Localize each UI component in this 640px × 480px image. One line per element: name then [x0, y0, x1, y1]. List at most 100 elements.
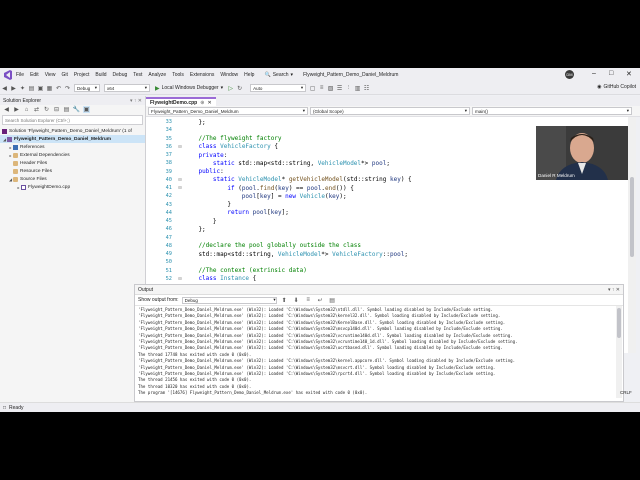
switch-views-icon[interactable]: ⇄ [33, 106, 40, 113]
menu-item[interactable]: Git [61, 72, 67, 78]
line-number: 44 [165, 209, 172, 216]
menu-item[interactable]: Tools [172, 72, 184, 78]
collapse-icon[interactable]: ⊟ [176, 185, 184, 191]
code-line[interactable]: 44 return pool[key]; [146, 209, 628, 217]
clear-all-icon[interactable]: ≡ [305, 297, 312, 304]
collapse-all-icon[interactable]: ⊟ [53, 106, 60, 113]
scrollbar-thumb[interactable] [617, 308, 621, 338]
tree-item-solution[interactable]: Solution 'Flyweight_Pattern_Demo_Daniel_… [0, 127, 145, 135]
collapse-icon[interactable]: ⊟ [176, 177, 184, 183]
forward-icon[interactable]: ▶ [10, 85, 17, 92]
menu-item[interactable]: Edit [30, 72, 39, 78]
tree-item-references[interactable]: ▸ References [0, 143, 145, 151]
code-line[interactable]: 49 std::map<std::string, VehicleModel*> … [146, 250, 628, 258]
project-dropdown[interactable]: Flyweight_Pattern_Demo_Daniel_Meldrum ▾ [148, 107, 308, 115]
word-wrap-icon[interactable]: ↵ [317, 297, 324, 304]
auto-dropdown[interactable]: Auto ▾ [250, 84, 307, 92]
code-line[interactable]: 51 //The context (extrinsic data) [146, 267, 628, 275]
toolbar-icon-3[interactable]: ▧ [327, 85, 334, 92]
output-text[interactable]: 'Flyweight_Pattern_Demo_Daniel_Meldrum.e… [138, 307, 608, 396]
maximize-button[interactable]: □ [609, 70, 613, 77]
menu-item[interactable]: Project [74, 72, 90, 78]
webcam-caption: Daniel R Meldrum [538, 173, 575, 178]
code-line[interactable]: 33 }; [146, 118, 628, 126]
tree-item-external-dependencies[interactable]: ▸ External Dependencies [0, 151, 145, 159]
next-message-icon[interactable]: ⬇ [293, 297, 300, 304]
search-box[interactable]: 🔍 Search ▾ [264, 72, 293, 78]
scrollbar-thumb[interactable] [630, 177, 634, 257]
tree-item-source-files[interactable]: ◢ Source Files [0, 175, 145, 183]
minimize-button[interactable]: – [592, 70, 596, 77]
toolbar-icon-2[interactable]: ≡ [318, 85, 325, 92]
show-all-files-icon[interactable]: ▤ [63, 106, 70, 113]
close-icon[interactable]: ✕ [207, 100, 211, 106]
line-number: 34 [165, 127, 172, 134]
configuration-dropdown[interactable]: Debug ▾ [74, 84, 100, 92]
home-icon[interactable]: ⌂ [23, 106, 30, 113]
menu-item[interactable]: Build [95, 72, 106, 78]
collapse-icon[interactable]: ⊟ [176, 144, 184, 150]
forward-icon[interactable]: ▶ [13, 106, 20, 113]
toolbar-icon-4[interactable]: ☰ [336, 85, 343, 92]
find-message-icon[interactable]: ⬆ [281, 297, 288, 304]
open-icon[interactable]: ▤ [28, 85, 35, 92]
code-line[interactable]: 46 }; [146, 225, 628, 233]
code-line[interactable]: 41 ⊟ if (pool.find(key) == pool.end()) { [146, 184, 628, 192]
code-line[interactable]: 43 } [146, 201, 628, 209]
account-avatar[interactable]: DM [565, 70, 574, 79]
code-line[interactable]: 50 [146, 258, 628, 266]
tree-item-flyweightdemo-cpp[interactable]: ▸ FlyweightDemo.cpp [0, 183, 145, 191]
code-line[interactable]: 47 [146, 234, 628, 242]
code-line[interactable]: 42 pool[key] = new Vehicle(key); [146, 192, 628, 200]
tab-flyweightdemo-cpp[interactable]: FlyweightDemo.cpp ⊕ ✕ [146, 97, 216, 106]
pin-icon[interactable]: ⊕ [200, 100, 204, 106]
menu-item[interactable]: Test [133, 72, 142, 78]
tree-item-resource-files[interactable]: Resource Files [0, 167, 145, 175]
menu-item[interactable]: View [45, 72, 56, 78]
back-icon[interactable]: ◀ [3, 106, 10, 113]
menu-item[interactable]: Extensions [190, 72, 214, 78]
code-text: pool[key] = new Vehicle(key); [241, 192, 347, 200]
sync-icon[interactable]: ↻ [43, 106, 50, 113]
menu-item[interactable]: File [16, 72, 24, 78]
code-line[interactable]: 48 //declare the pool globally outside t… [146, 242, 628, 250]
start-without-debugging-icon[interactable]: ▷ [227, 85, 234, 92]
toolbar-icon-1[interactable]: ▢ [309, 85, 316, 92]
menu-item[interactable]: Help [244, 72, 254, 78]
github-copilot-button[interactable]: ◉ GitHub Copilot [597, 84, 636, 90]
save-icon[interactable]: ▣ [37, 85, 44, 92]
menu-item[interactable]: Debug [113, 72, 128, 78]
toggle-icon[interactable]: ▤ [329, 297, 336, 304]
save-all-icon[interactable]: ▦ [46, 85, 53, 92]
tree-item-project[interactable]: ◢ Flyweight_Pattern_Demo_Daniel_Meldrum [0, 135, 145, 143]
preview-icon[interactable]: ▣ [83, 106, 90, 113]
hot-reload-icon[interactable]: ↻ [236, 85, 243, 92]
output-vertical-scrollbar[interactable] [616, 306, 622, 398]
toolbar-icon-7[interactable]: ☷ [363, 85, 370, 92]
back-icon[interactable]: ◀ [1, 85, 8, 92]
start-debugging-button[interactable]: ▶ Local Windows Debugger ▾ [155, 85, 223, 92]
platform-dropdown[interactable]: x64 ▾ [104, 84, 150, 92]
tree-item-header-files[interactable]: Header Files [0, 159, 145, 167]
undo-icon[interactable]: ↶ [55, 85, 62, 92]
menu-item[interactable]: Analyze [148, 72, 166, 78]
properties-icon[interactable]: 🔧 [73, 106, 80, 113]
menu-item[interactable]: Window [220, 72, 238, 78]
output-window-controls[interactable]: ▾ ↑ ✕ [608, 287, 620, 293]
redo-icon[interactable]: ↷ [64, 85, 71, 92]
code-line[interactable]: 45 } [146, 217, 628, 225]
toolbar-icon-5[interactable]: ⫶ [345, 85, 352, 92]
status-ready: Ready [9, 405, 24, 411]
scope-dropdown[interactable]: (Global Scope) ▾ [310, 107, 470, 115]
new-item-icon[interactable]: ✦ [19, 85, 26, 92]
line-ending-indicator[interactable]: CRLF [620, 390, 632, 395]
collapse-icon[interactable]: ⊟ [176, 276, 184, 282]
solution-explorer-search-input[interactable]: Search Solution Explorer (Ctrl+;) [2, 115, 143, 125]
toolbar-icon-6[interactable]: ▥ [354, 85, 361, 92]
member-dropdown[interactable]: main() ▾ [472, 107, 632, 115]
editor-vertical-scrollbar[interactable] [628, 117, 636, 353]
output-source-dropdown[interactable]: Debug ▾ [181, 296, 277, 304]
pin-icon[interactable]: ▾ ↑ ✕ [130, 98, 142, 104]
code-line[interactable]: 52 ⊟ class Instance { [146, 275, 628, 283]
close-button[interactable]: ✕ [626, 70, 632, 78]
